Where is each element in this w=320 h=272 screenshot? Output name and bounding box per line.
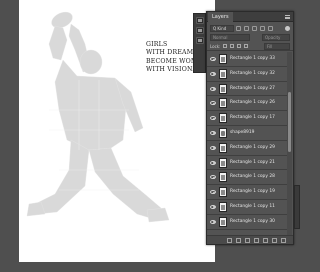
panel-menu-icon[interactable]: [285, 15, 290, 19]
layer-name: Rectangle 1 copy 11: [230, 203, 275, 209]
layer-thumbnail: [219, 187, 227, 198]
mini-tool-button[interactable]: [196, 17, 204, 24]
visibility-eye-icon[interactable]: [210, 57, 216, 61]
visibility-eye-icon[interactable]: [210, 86, 216, 91]
new-layer-icon[interactable]: [272, 238, 277, 243]
blend-row: Normal Opacity: [207, 33, 293, 42]
lock-row: Lock: Fill: [207, 42, 293, 51]
visibility-eye-icon[interactable]: [210, 190, 216, 195]
layer-style-icon[interactable]: [236, 238, 241, 243]
layer-filter-row: Q Kind: [207, 23, 293, 33]
layer-name: Rectangle 1 copy 21: [230, 159, 275, 165]
lock-label: Lock:: [210, 44, 221, 49]
adjustment-filter-icon[interactable]: [244, 26, 249, 31]
layer-name: Rectangle 1 copy 33: [230, 56, 275, 61]
layer-row[interactable]: Rectangle 1 copy 28: [207, 170, 287, 186]
layer-name: Rectangle 1 copy 29: [230, 144, 275, 150]
layer-row[interactable]: Rectangle 1 copy 33: [207, 52, 287, 67]
panel-icon: [198, 39, 202, 42]
document-canvas[interactable]: GIRLS WITH DREAMS BECOME WOMEN WITH VISI…: [19, 0, 215, 262]
layer-thumbnail: [219, 68, 227, 79]
layer-row[interactable]: shape8919: [207, 126, 287, 141]
panel-tabbar: Layers: [207, 12, 293, 22]
lock-all-icon[interactable]: [244, 44, 248, 48]
tab-layers[interactable]: Layers: [208, 12, 233, 22]
layer-name: Rectangle 1 copy 26: [230, 100, 275, 106]
layer-row[interactable]: Rectangle 1 copy 21: [207, 156, 287, 171]
layer-thumbnail: [219, 216, 227, 227]
layer-row[interactable]: Rectangle 1 copy 11: [207, 200, 287, 215]
lock-paint-icon[interactable]: [230, 44, 234, 48]
mini-tool-button[interactable]: [196, 37, 204, 44]
layer-thumbnail: [219, 83, 227, 94]
visibility-eye-icon[interactable]: [210, 160, 216, 165]
layer-thumbnail: [219, 127, 227, 138]
layer-name: Rectangle 1 copy 28: [230, 174, 275, 180]
side-panel-flyout[interactable]: [294, 185, 300, 229]
opacity-field[interactable]: Opacity: [262, 34, 290, 41]
blend-mode-select[interactable]: Normal: [210, 34, 250, 41]
scroll-thumb[interactable]: [288, 92, 291, 152]
link-layers-icon[interactable]: [227, 238, 232, 243]
layer-row[interactable]: Rectangle 1 copy 27: [207, 82, 287, 97]
panel-icon: [198, 19, 202, 22]
layer-name: Rectangle 1 copy 19: [230, 189, 275, 195]
player-silhouette: [26, 11, 170, 223]
layer-row[interactable]: Rectangle 1 copy 26: [207, 96, 287, 112]
adjustment-layer-icon[interactable]: [254, 238, 259, 243]
layer-row[interactable]: Rectangle 1 copy 29: [207, 141, 287, 156]
layer-name: shape8919: [230, 129, 255, 135]
layer-thumbnail: [219, 157, 227, 168]
mini-tool-button[interactable]: [196, 27, 204, 34]
layer-name: Rectangle 1 copy 32: [230, 70, 275, 76]
visibility-eye-icon[interactable]: [210, 175, 216, 180]
visibility-eye-icon[interactable]: [210, 71, 216, 76]
filter-toggle-icon[interactable]: [285, 26, 290, 31]
fill-field[interactable]: Fill: [264, 43, 290, 50]
collapsed-panels-strip: [193, 13, 206, 73]
layer-name: Rectangle 1 copy 27: [230, 85, 275, 91]
trash-icon[interactable]: [281, 238, 286, 243]
layer-name: Rectangle 1 copy 17: [230, 115, 275, 121]
layer-row[interactable]: Rectangle 1 copy 19: [207, 185, 287, 200]
visibility-eye-icon[interactable]: [210, 130, 216, 135]
visibility-eye-icon[interactable]: [210, 101, 216, 106]
layer-row[interactable]: Rectangle 1 copy 32: [207, 67, 287, 82]
new-group-icon[interactable]: [263, 238, 268, 243]
layer-thumbnail: [219, 54, 227, 64]
layer-thumbnail: [219, 172, 227, 183]
layers-panel: Layers Q Kind Normal Opacity Lock: Fill …: [206, 11, 294, 245]
layer-row[interactable]: Rectangle 1 copy 30: [207, 215, 287, 230]
layers-list: Rectangle 1 copy 33 Rectangle 1 copy 32 Re…: [207, 52, 287, 238]
smart-object-filter-icon[interactable]: [268, 26, 273, 31]
visibility-eye-icon[interactable]: [210, 145, 216, 150]
pixel-filter-icon[interactable]: [236, 26, 241, 31]
layer-thumbnail: [219, 201, 227, 212]
layer-name: Rectangle 1 copy 30: [230, 218, 275, 224]
visibility-eye-icon[interactable]: [210, 219, 216, 224]
layer-thumbnail: [219, 142, 227, 153]
layer-thumbnail: [219, 113, 227, 124]
lock-move-icon[interactable]: [237, 44, 241, 48]
mask-icon[interactable]: [245, 238, 250, 243]
panel-icon: [198, 29, 202, 32]
visibility-eye-icon[interactable]: [210, 116, 216, 121]
visibility-eye-icon[interactable]: [210, 204, 216, 209]
layer-thumbnail: [219, 98, 227, 109]
filter-kind-select[interactable]: Q Kind: [210, 25, 234, 32]
shape-filter-icon[interactable]: [260, 26, 265, 31]
panel-footer: [207, 235, 293, 244]
lock-pixels-icon[interactable]: [223, 44, 227, 48]
layer-row[interactable]: Rectangle 1 copy 17: [207, 111, 287, 126]
layers-scrollbar[interactable]: [287, 52, 292, 238]
type-filter-icon[interactable]: [252, 26, 257, 31]
